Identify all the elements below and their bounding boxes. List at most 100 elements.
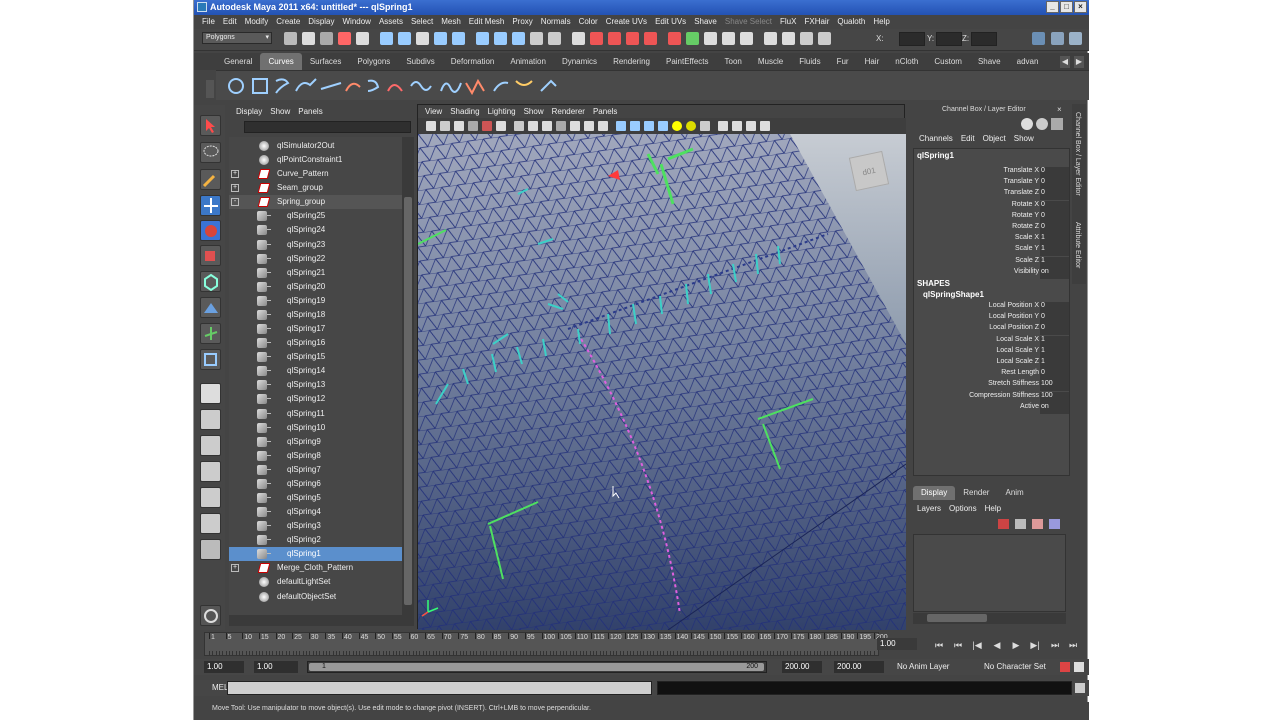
show-manipulator-icon[interactable] bbox=[200, 323, 221, 344]
outliner-item[interactable]: qlSpring24 bbox=[229, 223, 402, 237]
mel-label[interactable]: MEL bbox=[212, 683, 228, 692]
shape-attribute-value[interactable]: 0 bbox=[1040, 369, 1069, 381]
shelf-tab-subdivs[interactable]: Subdivs bbox=[398, 53, 442, 70]
move-tool-icon[interactable] bbox=[200, 195, 221, 216]
outliner-item[interactable]: qlSpring17 bbox=[229, 322, 402, 336]
shelf-tab-muscle[interactable]: Muscle bbox=[750, 53, 791, 70]
animation-prefs-icon[interactable] bbox=[1074, 662, 1084, 672]
shape-attribute-row[interactable]: Rest Length 0 bbox=[914, 369, 1069, 381]
view-cube[interactable]: d01 bbox=[848, 150, 890, 192]
status-tool-29-icon[interactable] bbox=[818, 32, 831, 45]
shape-attribute-row[interactable]: Local Position X0 bbox=[914, 302, 1069, 313]
shelf-tab-curves[interactable]: Curves bbox=[260, 53, 302, 70]
viewport-tool-21-icon[interactable] bbox=[718, 121, 728, 131]
channel-attribute-value[interactable]: 0 bbox=[1040, 200, 1069, 212]
outliner-item[interactable]: qlSpring21 bbox=[229, 266, 402, 280]
viewport-menu-show[interactable]: Show bbox=[520, 105, 548, 118]
outliner-item[interactable]: qlSpring13 bbox=[229, 378, 402, 392]
channel-attribute-value[interactable]: 1 bbox=[1040, 256, 1069, 268]
viewport-tool-14-icon[interactable] bbox=[616, 121, 626, 131]
layer-menu-options[interactable]: Options bbox=[945, 502, 981, 516]
outliner-item[interactable]: qlSpring10 bbox=[229, 421, 402, 435]
outliner-item[interactable]: defaultObjectSet bbox=[229, 590, 402, 604]
outliner-filter-field[interactable] bbox=[244, 121, 411, 133]
viewport-tool-11-icon[interactable] bbox=[570, 121, 580, 131]
shelf-tab-surfaces[interactable]: Surfaces bbox=[302, 53, 350, 70]
shelf-tab-shave[interactable]: Shave bbox=[970, 53, 1009, 70]
status-tool-16-icon[interactable] bbox=[572, 32, 585, 45]
channel-attribute-value[interactable]: 0 bbox=[1040, 167, 1069, 178]
playback-button-6[interactable]: ▶| bbox=[1028, 639, 1042, 651]
menu-shave[interactable]: Shave bbox=[690, 15, 721, 29]
side-tab-channel-box[interactable]: Channel Box / Layer Editor bbox=[1074, 112, 1081, 196]
outliner-item[interactable]: qlSpring25 bbox=[229, 209, 402, 223]
viewport-menu-shading[interactable]: Shading bbox=[446, 105, 483, 118]
minimize-button[interactable]: _ bbox=[1046, 1, 1059, 13]
channel-attribute-row[interactable]: Scale Y1 bbox=[914, 245, 1069, 257]
scale-tool-icon[interactable] bbox=[200, 245, 221, 266]
lasso-tool-icon[interactable] bbox=[200, 142, 221, 163]
status-tool-23-icon[interactable] bbox=[704, 32, 717, 45]
viewport-tool-18-icon[interactable] bbox=[672, 121, 682, 131]
outliner-item[interactable]: + Curve_Pattern bbox=[229, 167, 402, 181]
menu-mesh[interactable]: Mesh bbox=[437, 15, 465, 29]
layer-tab-anim[interactable]: Anim bbox=[997, 486, 1031, 500]
menu-edit[interactable]: Edit bbox=[219, 15, 241, 29]
channel-attribute-value[interactable]: on bbox=[1040, 267, 1069, 279]
outliner-item[interactable]: qlSpring18 bbox=[229, 308, 402, 322]
shelf-tab-deformation[interactable]: Deformation bbox=[443, 53, 503, 70]
outliner-item[interactable]: qlSpring20 bbox=[229, 280, 402, 294]
last-tool-icon[interactable] bbox=[200, 349, 221, 370]
y-field[interactable] bbox=[936, 32, 962, 46]
outliner-item[interactable]: qlSpring3 bbox=[229, 519, 402, 533]
shelf-tab-animation[interactable]: Animation bbox=[502, 53, 554, 70]
anim-layer-dropdown[interactable]: No Anim Layer bbox=[897, 661, 977, 673]
shelf-tab-dynamics[interactable]: Dynamics bbox=[554, 53, 605, 70]
menu-flux[interactable]: FluX bbox=[776, 15, 800, 29]
outliner-item[interactable]: qlSpring14 bbox=[229, 364, 402, 378]
outliner-menu-display[interactable]: Display bbox=[232, 105, 266, 119]
outliner-item[interactable]: qlSpring11 bbox=[229, 407, 402, 421]
viewport-tool-23-icon[interactable] bbox=[746, 121, 756, 131]
viewport-menu-view[interactable]: View bbox=[421, 105, 446, 118]
menu-color[interactable]: Color bbox=[575, 15, 602, 29]
manipulator-tool-icon[interactable] bbox=[200, 271, 221, 292]
channel-attribute-value[interactable]: 0 bbox=[1040, 211, 1069, 223]
layer-settings-icon[interactable] bbox=[1049, 519, 1060, 529]
shape-attribute-row[interactable]: Local Position Y0 bbox=[914, 313, 1069, 325]
channel-attribute-row[interactable]: Rotate X0 bbox=[914, 200, 1069, 212]
expand-toggle-icon[interactable]: + bbox=[231, 564, 239, 573]
shelf-tab-hair[interactable]: Hair bbox=[857, 53, 888, 70]
viewport-menu-renderer[interactable]: Renderer bbox=[548, 105, 589, 118]
viewport-tool-3-icon[interactable] bbox=[454, 121, 464, 131]
outliner-menu-panels[interactable]: Panels bbox=[294, 105, 326, 119]
panel-layout-icon[interactable] bbox=[1032, 32, 1045, 45]
perspective-viewport[interactable]: View Shading Lighting Show Renderer Panels bbox=[417, 104, 906, 630]
channel-attribute-value[interactable]: 1 bbox=[1040, 234, 1069, 246]
menu-modify[interactable]: Modify bbox=[241, 15, 273, 29]
status-tool-17-icon[interactable] bbox=[590, 32, 603, 45]
status-tool-4-icon[interactable] bbox=[338, 32, 351, 45]
outliner-item[interactable]: qlSpring5 bbox=[229, 491, 402, 505]
playback-start-field[interactable]: 1.00 bbox=[254, 661, 298, 673]
layer-options-icon[interactable] bbox=[1032, 519, 1043, 529]
layer-tab-render[interactable]: Render bbox=[955, 486, 997, 500]
menu-create-uvs[interactable]: Create UVs bbox=[602, 15, 651, 29]
menu-set-dropdown[interactable]: Polygons bbox=[202, 32, 272, 44]
channel-box-menu-channels[interactable]: Channels bbox=[915, 132, 957, 146]
menu-help[interactable]: Help bbox=[869, 15, 893, 29]
viewport-tool-6-icon[interactable] bbox=[496, 121, 506, 131]
shelf-tab-custom[interactable]: Custom bbox=[926, 53, 970, 70]
side-tab-attribute-editor[interactable]: Attribute Editor bbox=[1074, 222, 1081, 268]
outliner-item[interactable]: - Spring_group bbox=[229, 195, 402, 210]
menu-edit-uvs[interactable]: Edit UVs bbox=[651, 15, 690, 29]
shelf-tab-ncloth[interactable]: nCloth bbox=[887, 53, 926, 70]
menu-file[interactable]: File bbox=[198, 15, 219, 29]
persp-outliner-layout-icon[interactable] bbox=[200, 435, 221, 456]
viewport-tool-22-icon[interactable] bbox=[732, 121, 742, 131]
attribute-lock-icon[interactable] bbox=[1021, 118, 1033, 130]
menu-edit-mesh[interactable]: Edit Mesh bbox=[465, 15, 509, 29]
menu-fxhair[interactable]: FXHair bbox=[800, 15, 833, 29]
layer-scrollbar[interactable] bbox=[913, 613, 1066, 624]
shape-attribute-row[interactable]: Local Scale Y1 bbox=[914, 346, 1069, 358]
